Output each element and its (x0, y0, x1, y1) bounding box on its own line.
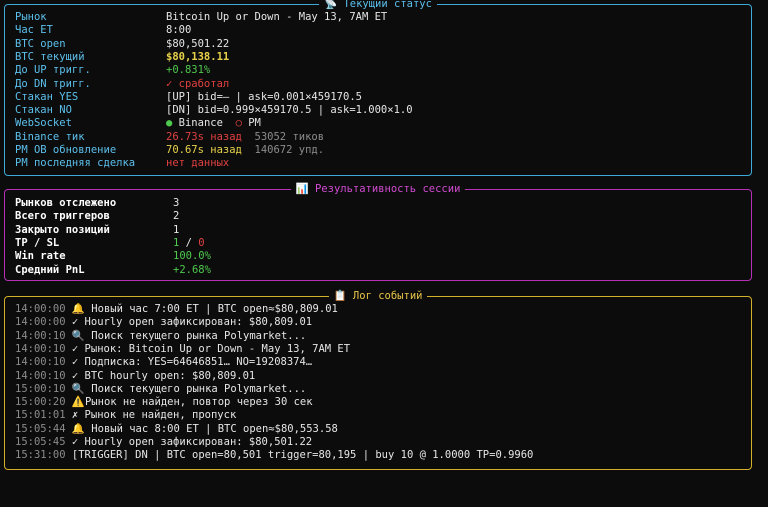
log-entry: 14:00:00 ✓ Hourly open зафиксирован: $80… (15, 316, 313, 329)
log-entry: 15:05:44 🔔 Новый час 8:00 ET | BTC open≈… (15, 422, 338, 435)
log-entry: 14:00:10 ✓ Подписка: YES=64646851… NO=19… (15, 356, 313, 369)
log-entry: 14:00:00 🔔 Новый час 7:00 ET | BTC open≈… (15, 303, 338, 315)
up-trigger-value: +0.831% (166, 64, 211, 77)
market-value: Bitcoin Up or Down - May 13, 7AM ET (166, 11, 388, 23)
log-entry: 15:00:20 ⚠️Рынок не найден, повтор через… (15, 396, 313, 409)
binance-connected-dot-icon: ● (166, 117, 173, 130)
status-panel: 📡 Текущий статус Рынок Bitcoin Up or Dow… (4, 0, 752, 176)
ws-binance-label: Binance (178, 117, 223, 130)
btc-open-value: $80,501.22 (166, 37, 230, 50)
binance-tick-count: 53052 тиков (254, 130, 325, 143)
sl-count: 0 (198, 236, 205, 249)
btc-current-value: $80,138.11 (166, 50, 230, 63)
event-log-panel: 📋 Лог событий 14:00:00 🔔 Новый час 7:00 … (4, 290, 752, 470)
triggers-value: 2 (173, 210, 180, 223)
avg-pnl-value: +2.68% (173, 263, 211, 276)
winrate-value: 100.0% (173, 250, 211, 263)
log-entry: 15:05:45 ✓ Hourly open зафиксирован: $80… (15, 436, 313, 448)
performance-panel-title: 📊 Результативность сессии (290, 183, 466, 195)
pm-ob-age: 70.67s назад (166, 144, 242, 156)
markets-tracked-value: 3 (173, 197, 180, 209)
log-entry: 14:00:10 ✓ Рынок: Bitcoin Up or Down - M… (15, 342, 351, 355)
log-entry: 15:01:01 ✗ Рынок не найден, пропуск (15, 409, 237, 422)
hour-value: 8:00 (166, 24, 192, 37)
binance-tick-age: 26.73s назад (166, 130, 242, 143)
pm-ob-count: 140672 упд. (254, 144, 325, 156)
event-log-title: 📋 Лог событий (328, 290, 428, 302)
log-entry: 14:00:10 ✓ BTC hourly open: $80,809.01 (15, 369, 256, 382)
performance-panel: 📊 Результативность сессии Рынков отслеже… (4, 183, 752, 281)
pm-last-trade-value: нет данных (166, 157, 230, 170)
log-entry: 15:00:10 🔍 Поиск текущего рынка Polymark… (15, 382, 307, 395)
book-no-value: [DN] bid=0.999×459170.5 | ask=1.000×1.0 (166, 104, 413, 117)
log-entry: 15:31:00 [TRIGGER] DN | BTC open=80,501 … (15, 449, 534, 462)
log-entry: 14:00:10 🔍 Поиск текущего рынка Polymark… (15, 329, 307, 342)
closed-positions-value: 1 (173, 223, 180, 236)
pm-disconnected-dot-icon: ○ (235, 117, 242, 130)
status-panel-title: 📡 Текущий статус (319, 0, 437, 10)
ws-pm-label: PM (248, 117, 261, 130)
book-yes-value: [UP] bid=— | ask=0.001×459170.5 (166, 90, 362, 103)
dn-trigger-value: ✓ сработал (166, 77, 230, 90)
